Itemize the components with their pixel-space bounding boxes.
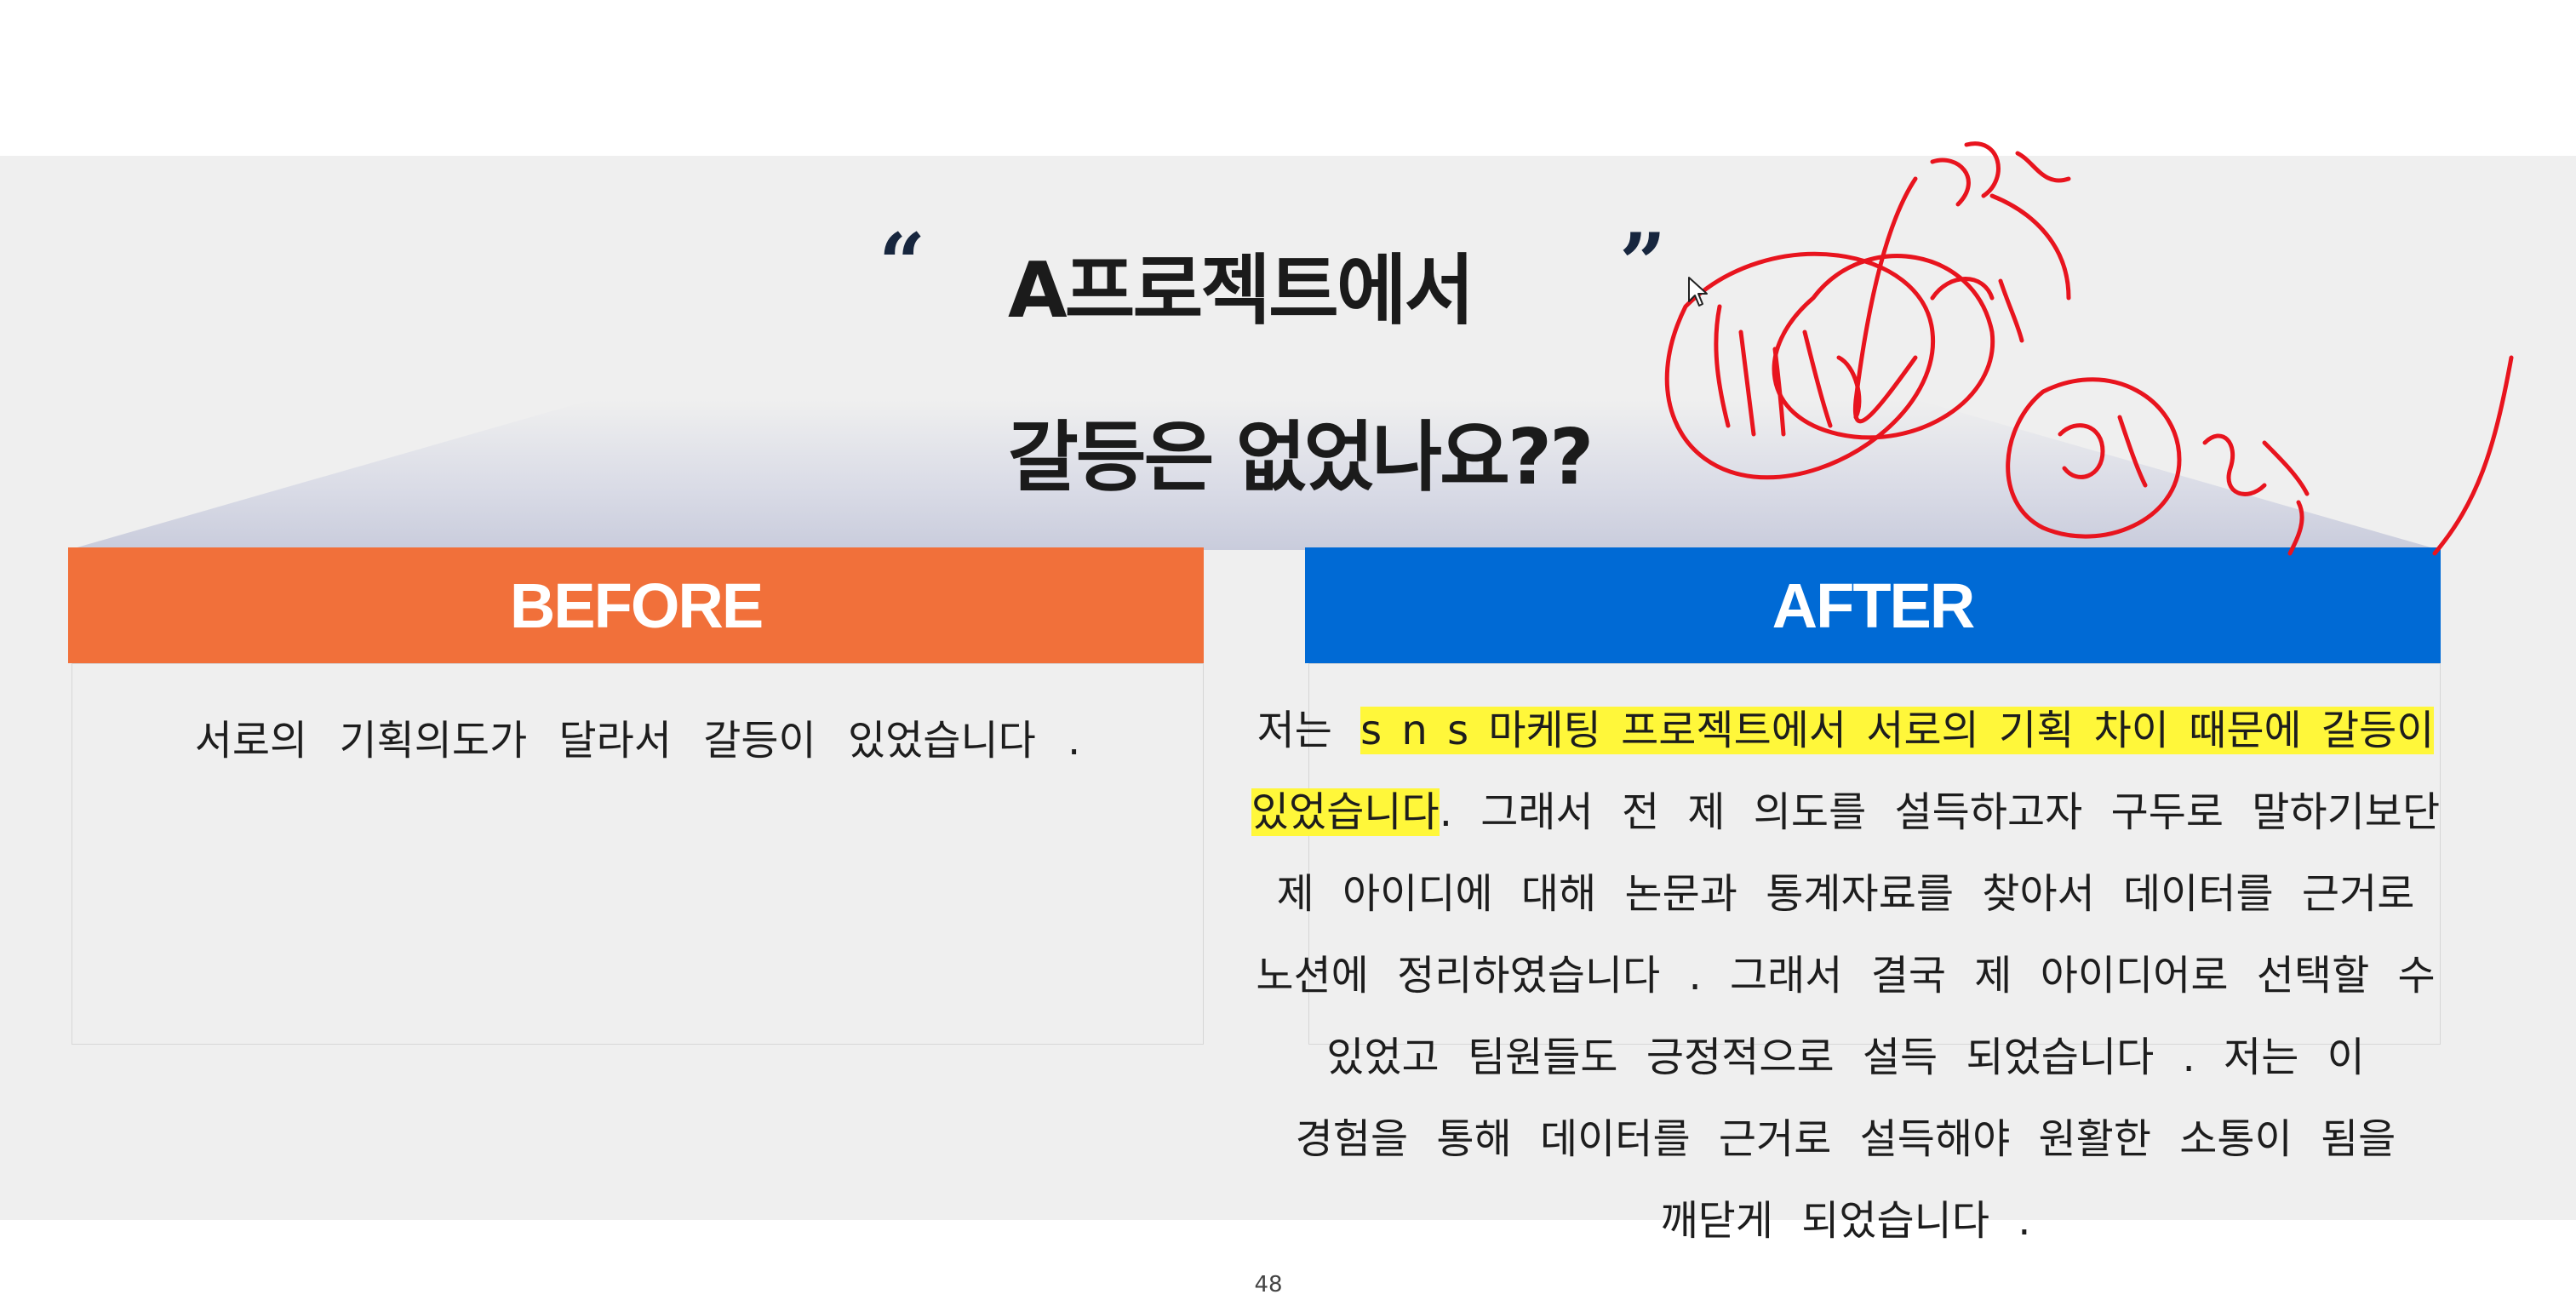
handwritten-annotation-icon bbox=[1664, 141, 2514, 556]
after-line-4: 노션에 정리하였습니다 . 그래서 결국 제 아이디어로 선택할 수 bbox=[1256, 952, 2436, 1000]
before-text: 서로의 기획의도가 달라서 갈등이 있었습니다 . bbox=[194, 717, 1081, 765]
after-text: 저는 s n s 마케팅 프로젝트에서 서로의 기획 차이 때문에 갈등이 있었… bbox=[1199, 690, 2493, 1262]
after-highlight-2: 있었습니다 bbox=[1251, 788, 1440, 836]
after-line-7: 깨닫게 되었습니다 . bbox=[1660, 1197, 2031, 1245]
mouse-pointer-icon bbox=[1688, 277, 1708, 306]
after-line-1-prefix: 저는 bbox=[1257, 707, 1361, 754]
after-line-2-rest: . 그래서 전 제 의도를 설득하고자 구두로 말하기보단 bbox=[1439, 788, 2441, 836]
after-line-1: 저는 s n s 마케팅 프로젝트에서 서로의 기획 차이 때문에 갈등이 bbox=[1199, 690, 2493, 771]
after-line-5: 있었고 팀원들도 긍정적으로 설득 되었습니다 . 저는 이 bbox=[1326, 1034, 2365, 1081]
after-line-3: 제 아이디에 대해 논문과 통계자료를 찾아서 데이터를 근거로 bbox=[1276, 870, 2415, 918]
page-number: 48 bbox=[1254, 1272, 1283, 1297]
before-header: BEFORE bbox=[68, 547, 1204, 663]
after-line-6: 경험을 통해 데이터를 근거로 설득해야 원활한 소통이 됨을 bbox=[1295, 1115, 2396, 1163]
after-highlight-1: s n s 마케팅 프로젝트에서 서로의 기획 차이 때문에 갈등이 bbox=[1360, 707, 2435, 754]
after-line-2: 있었습니다. 그래서 전 제 의도를 설득하고자 구두로 말하기보단 bbox=[1199, 771, 2493, 853]
open-quote-mark: “ bbox=[879, 215, 926, 312]
